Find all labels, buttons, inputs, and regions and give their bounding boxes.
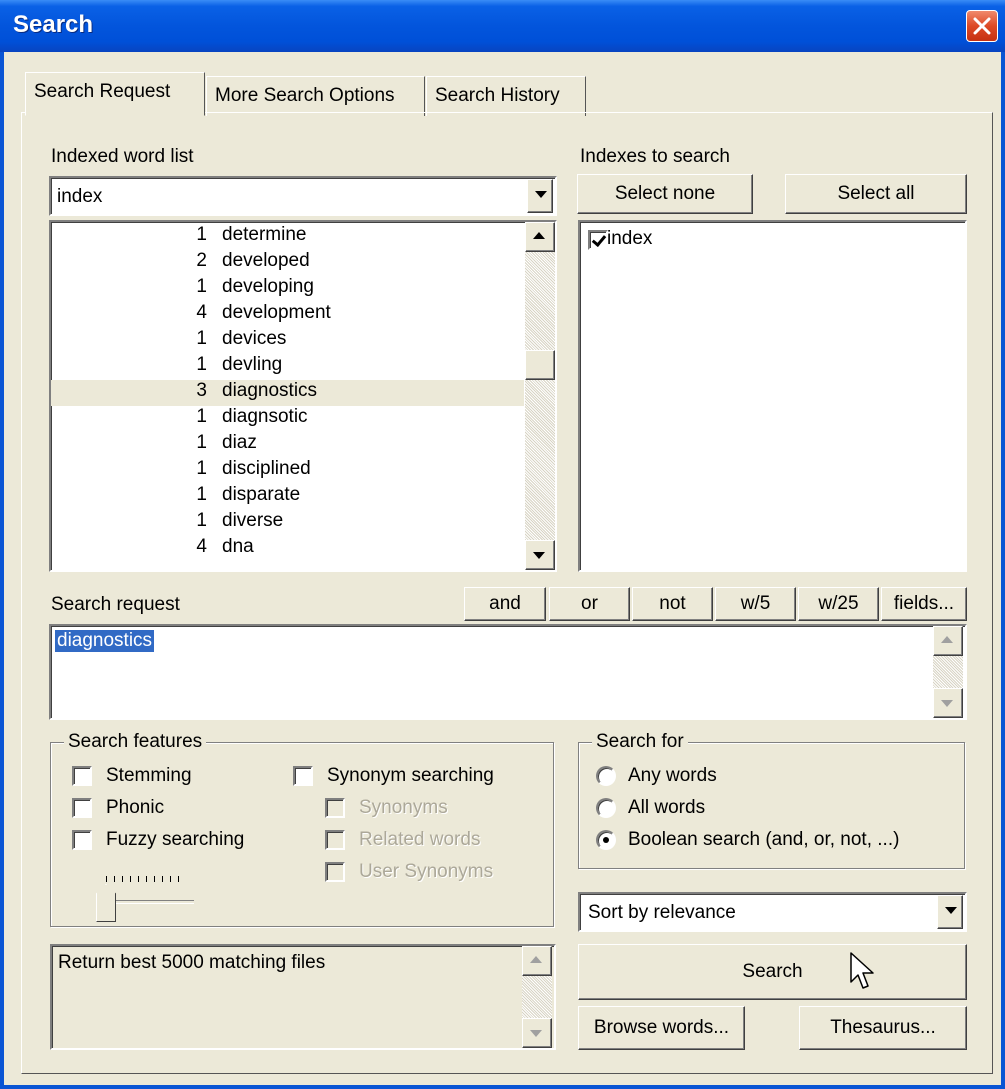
- search-dialog: Search Search Request More Search Option…: [0, 0, 1005, 1089]
- tab-search-history[interactable]: Search History: [426, 76, 586, 116]
- search-request-panel: [21, 112, 993, 1074]
- window-title: Search: [13, 11, 94, 38]
- window-frame-left: [0, 52, 4, 1089]
- close-icon: [973, 17, 991, 35]
- mouse-cursor-icon: [850, 952, 874, 989]
- window-frame-bottom: [0, 1085, 1005, 1089]
- close-button[interactable]: [966, 10, 998, 42]
- tab-search-request[interactable]: Search Request: [25, 72, 205, 116]
- tab-more-search-options[interactable]: More Search Options: [206, 76, 425, 116]
- window-frame-right: [1001, 52, 1005, 1089]
- title-bar[interactable]: Search: [0, 0, 1005, 52]
